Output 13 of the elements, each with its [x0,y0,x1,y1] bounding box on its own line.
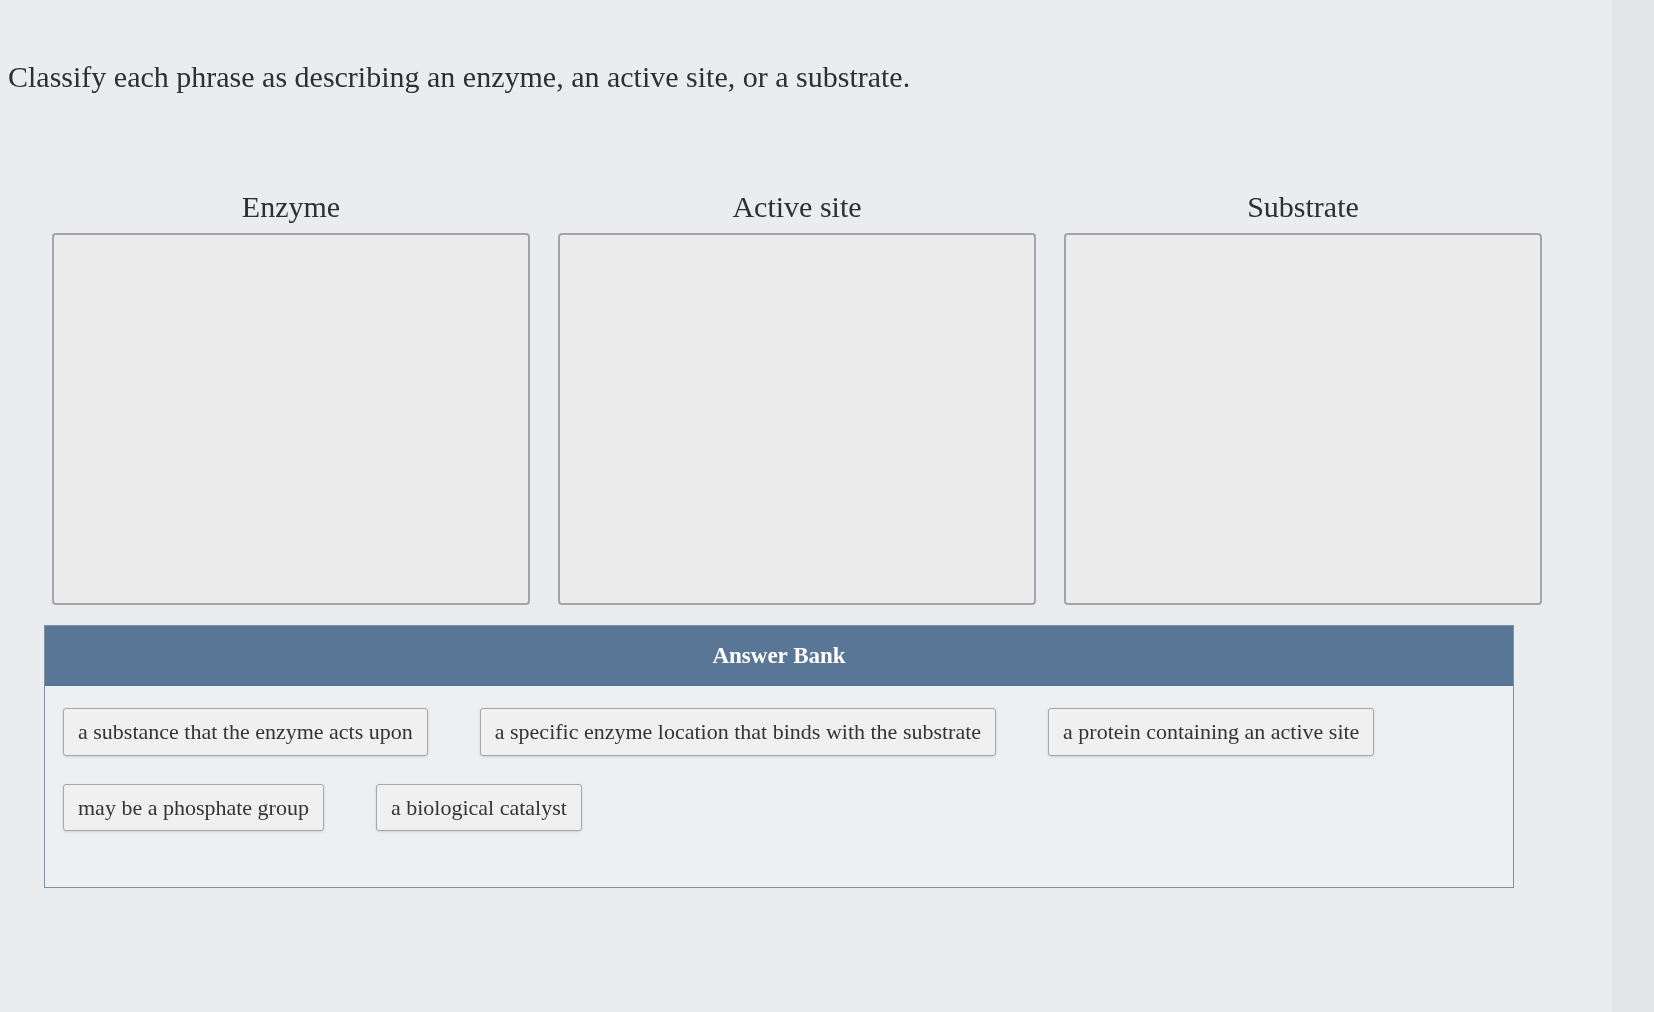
answer-chip[interactable]: a specific enzyme location that binds with the substrate [479,708,997,756]
category-label: Substrate [1247,188,1359,225]
answer-chip[interactable]: a biological catalyst [375,783,582,831]
question-text: Classify each phrase as describing an enzyme, an active site, or a substrate. [8,59,912,95]
category-label: Enzyme [241,188,341,225]
answer-chip[interactable]: a protein containing an active site [1048,708,1375,756]
category-label: Active site [732,188,862,225]
drop-box[interactable] [1064,233,1542,605]
answer-chip[interactable]: a substance that the enzyme acts upon [63,708,428,756]
answer-chip[interactable]: may be a phosphate group [63,783,324,831]
answer-bank-title: Answer Bank [712,641,846,670]
drop-box[interactable] [558,233,1036,605]
drop-box[interactable] [52,233,530,605]
